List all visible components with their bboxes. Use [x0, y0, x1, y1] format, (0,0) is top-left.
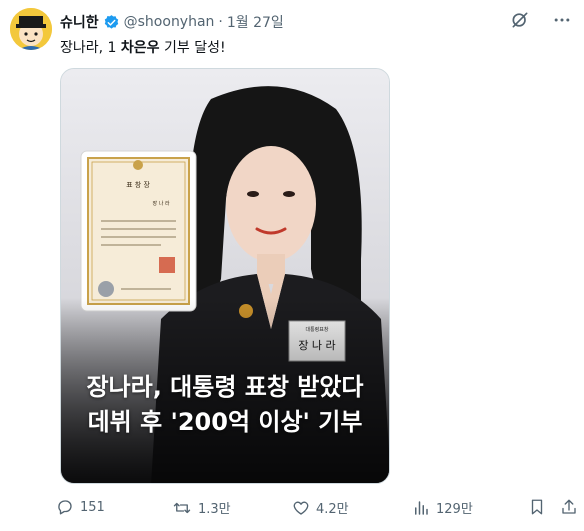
- tweet-text-bold: 차은우: [120, 40, 160, 56]
- media-caption-line1: 장나라, 대통령 표창 받았다: [86, 373, 364, 401]
- like-button[interactable]: 4.2만: [292, 498, 349, 517]
- tweet-media-image[interactable]: 대통령표창 장 나 라 표 창 장 장 나 라 장나라, 대통령 표창 받았다 …: [60, 68, 390, 484]
- more-icon[interactable]: [552, 10, 572, 30]
- author-name[interactable]: 슈니한: [60, 12, 99, 32]
- tweet[interactable]: 슈니한 @shoonyhan · 1월 27일 장나라, 1 차은우 기부 달성…: [0, 0, 584, 531]
- views-count: 129만: [436, 502, 473, 517]
- tweet-text-prefix: 장나라, 1: [60, 40, 121, 56]
- tweet-text-suffix: 기부 달성!: [159, 40, 226, 56]
- reply-count: 151: [80, 499, 105, 515]
- header-actions: [510, 10, 572, 30]
- retweet-button[interactable]: 1.3만: [172, 498, 231, 517]
- heart-icon: [292, 499, 310, 517]
- grok-icon[interactable]: [510, 10, 530, 30]
- tweet-header: 슈니한 @shoonyhan · 1월 27일: [60, 12, 284, 32]
- separator-dot: ·: [218, 14, 223, 30]
- tweet-text: 장나라, 1 차은우 기부 달성!: [60, 37, 226, 57]
- reply-button[interactable]: 151: [56, 498, 105, 516]
- verified-badge-icon: [103, 14, 120, 31]
- retweet-icon: [172, 499, 192, 517]
- author-handle[interactable]: @shoonyhan: [124, 14, 215, 30]
- views-icon: [412, 499, 430, 517]
- share-icon: [560, 498, 578, 516]
- reply-icon: [56, 498, 74, 516]
- media-caption-line2: 데뷔 후 '200억 이상' 기부: [87, 408, 363, 436]
- share-button[interactable]: [560, 498, 578, 516]
- views-button[interactable]: 129만: [412, 498, 473, 517]
- bookmark-button[interactable]: [528, 498, 546, 516]
- bookmark-icon: [528, 498, 546, 516]
- avatar-illustration: [10, 8, 52, 50]
- tweet-actions: 151 1.3만 4.2만 129만: [56, 498, 576, 518]
- tweet-date[interactable]: 1월 27일: [227, 12, 284, 32]
- avatar[interactable]: [10, 8, 52, 50]
- retweet-count: 1.3만: [198, 502, 231, 517]
- like-count: 4.2만: [316, 502, 349, 517]
